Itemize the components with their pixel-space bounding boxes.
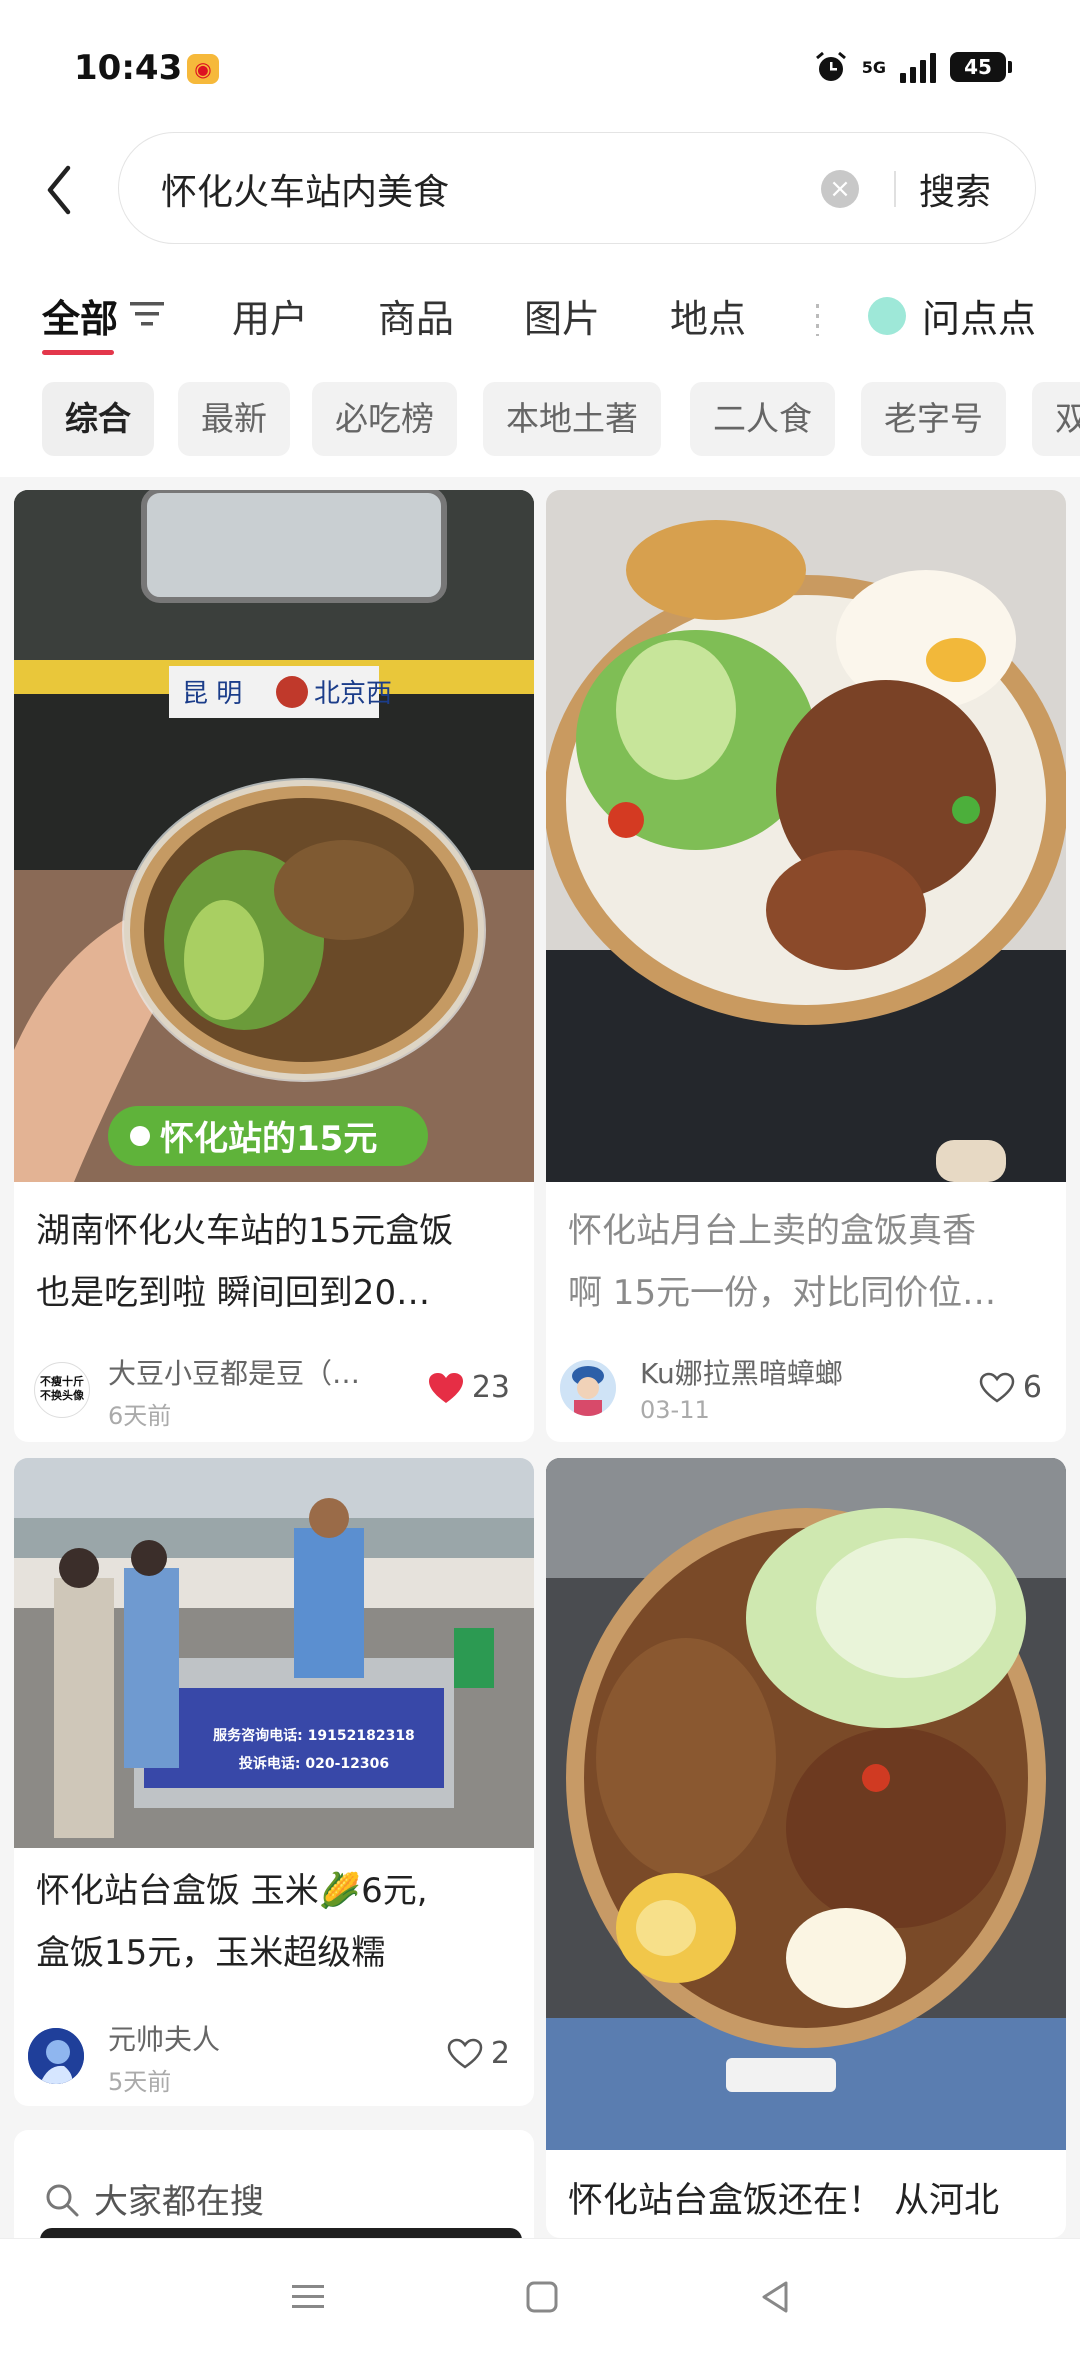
- suggestion-label: 大家都在搜: [94, 2182, 264, 2222]
- post-date: 6天前: [108, 1402, 172, 1430]
- chip-local[interactable]: 本地土著: [483, 382, 661, 456]
- heart-outline-icon: [447, 2038, 483, 2069]
- card-title-line2: 啊 15元一份，对比同价位…: [568, 1273, 997, 1313]
- image-tag: 怀化站的15元: [160, 1119, 377, 1159]
- card-title-line2: 也是吃到啦 瞬间回到20…: [36, 1273, 431, 1313]
- post-date: 5天前: [108, 2068, 172, 2096]
- heart-filled-icon: [428, 1372, 463, 1403]
- status-bar: 10:43 ◉ 5G 45: [0, 0, 1080, 130]
- avatar[interactable]: [28, 2028, 84, 2084]
- avatar-image: [560, 1360, 616, 1416]
- like-button[interactable]: 23: [428, 1370, 510, 1405]
- avatar-text: 不瘦十斤: [40, 1375, 84, 1388]
- cart-phone-2: 投诉电话: 020-12306: [239, 1755, 389, 1772]
- like-count: 6: [1022, 1370, 1042, 1405]
- tab-active-indicator: [42, 350, 114, 355]
- system-nav-bar: [0, 2238, 1080, 2354]
- chip-comprehensive[interactable]: 综合: [42, 382, 154, 456]
- like-button[interactable]: 6: [979, 1370, 1042, 1405]
- ask-icon[interactable]: [868, 297, 906, 335]
- tab-bar: 全部 用户 商品 图片 地点 问点点: [0, 280, 1080, 360]
- card-image: [546, 490, 1066, 1182]
- author-name[interactable]: 大豆小豆都是豆（…: [108, 1352, 360, 1392]
- filter-chips: 综合 最新 必吃榜 本地土著 二人食 老字号 双: [0, 380, 1080, 460]
- clear-icon[interactable]: ×: [821, 170, 859, 208]
- chip-more[interactable]: 双: [1032, 382, 1080, 456]
- back-icon[interactable]: [40, 160, 80, 220]
- avatar-image: [28, 2028, 84, 2084]
- card-image: 昆 明 北京西 怀化站的15元: [14, 490, 534, 1182]
- search-icon: [46, 2184, 79, 2217]
- filter-icon[interactable]: [130, 300, 166, 328]
- avatar[interactable]: 不瘦十斤 不换头像: [34, 1362, 90, 1418]
- search-input[interactable]: 怀化火车站内美食: [161, 163, 449, 215]
- chip-two-people[interactable]: 二人食: [690, 382, 835, 456]
- like-count: 2: [490, 2036, 510, 2071]
- note-card[interactable]: 怀化站月台上卖的盒饭真香 啊 15元一份，对比同价位… Ku娜拉黑暗蟑螂 03-…: [546, 490, 1066, 1442]
- ask-button[interactable]: 问点点: [922, 288, 1036, 343]
- avatar-text-line2: 不换头像: [40, 1389, 84, 1402]
- tab-divider: [816, 304, 819, 336]
- tab-all[interactable]: 全部: [42, 288, 118, 343]
- card-title: 湖南怀化火车站的15元盒饭: [36, 1211, 454, 1251]
- like-button[interactable]: 2: [447, 2036, 510, 2071]
- signal-icon: [900, 51, 936, 83]
- chip-latest[interactable]: 最新: [178, 382, 290, 456]
- battery-icon: 45: [950, 52, 1012, 82]
- card-title: 怀化站台盒饭 玉米🌽6元,: [36, 1871, 428, 1911]
- note-card[interactable]: 怀化站台盒饭还在！ 从河北: [546, 1458, 1066, 2238]
- weibo-icon: ◉: [187, 54, 219, 84]
- chip-must-eat[interactable]: 必吃榜: [312, 382, 457, 456]
- note-card[interactable]: 昆 明 北京西 怀化站的15元 湖南怀化火车站的15元盒饭 也是吃到啦 瞬间回到…: [14, 490, 534, 1442]
- post-date: 03-11: [640, 1396, 710, 1424]
- note-card[interactable]: 服务咨询电话: 19152182318 投诉电话: 020-12306 怀化站台…: [14, 1458, 534, 2106]
- alarm-icon: [815, 51, 846, 81]
- card-title: 怀化站月台上卖的盒饭真香: [568, 1211, 976, 1251]
- author-name[interactable]: Ku娜拉黑暗蟑螂: [640, 1352, 843, 1392]
- cart-phone-1: 服务咨询电话: 19152182318: [213, 1727, 415, 1744]
- back-nav-icon[interactable]: [754, 2275, 798, 2319]
- status-icons: 5G 45: [814, 50, 1012, 84]
- tab-images[interactable]: 图片: [524, 288, 600, 343]
- train-sign-left: 昆 明: [182, 679, 242, 709]
- search-divider: [894, 171, 896, 207]
- status-time: 10:43: [74, 48, 183, 88]
- chip-old-brand[interactable]: 老字号: [861, 382, 1006, 456]
- card-image: 服务咨询电话: 19152182318 投诉电话: 020-12306: [14, 1458, 534, 1848]
- tab-goods[interactable]: 商品: [378, 288, 454, 343]
- author-name[interactable]: 元帅夫人: [108, 2018, 220, 2058]
- card-title-line2: 盒饭15元，玉米超级糯: [36, 1933, 386, 1973]
- train-sign-right: 北京西: [314, 679, 392, 709]
- card-image: [546, 1458, 1066, 2150]
- menu-icon[interactable]: [286, 2275, 330, 2319]
- tab-users[interactable]: 用户: [232, 288, 308, 343]
- like-count: 23: [471, 1370, 510, 1405]
- heart-outline-icon: [979, 1372, 1015, 1403]
- card-title: 怀化站台盒饭还在！ 从河北: [568, 2181, 1000, 2221]
- network-label: 5G: [861, 57, 886, 77]
- home-icon[interactable]: [520, 2275, 564, 2319]
- tab-places[interactable]: 地点: [670, 288, 746, 343]
- avatar[interactable]: [560, 1360, 616, 1416]
- search-box[interactable]: 怀化火车站内美食 × 搜索: [118, 132, 1036, 244]
- search-button[interactable]: 搜索: [919, 163, 991, 215]
